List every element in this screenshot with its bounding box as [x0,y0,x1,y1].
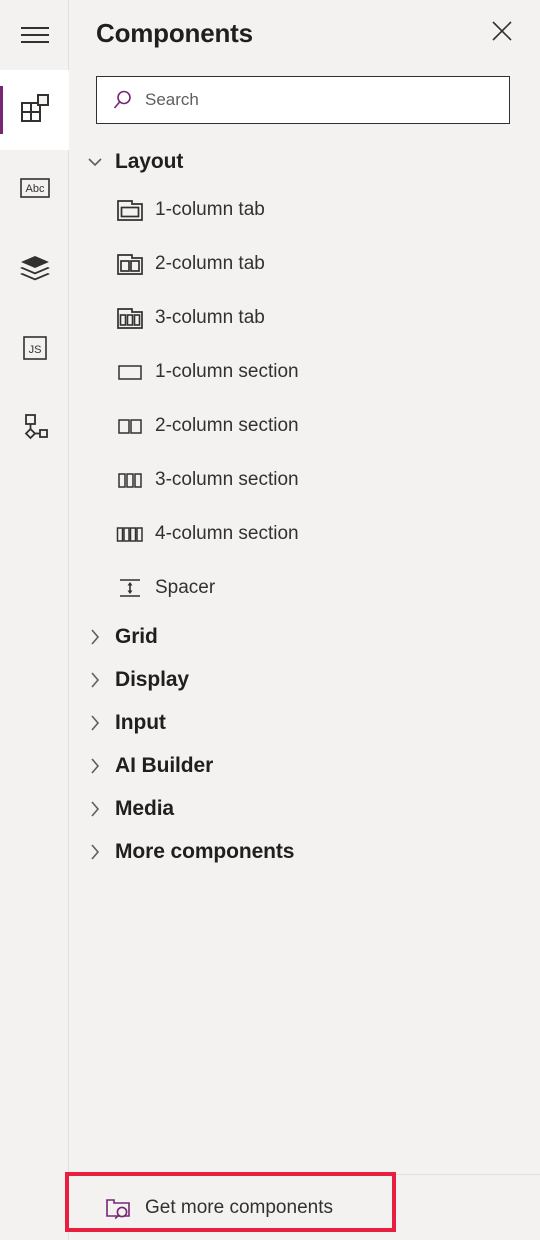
components-grid-icon [19,92,51,129]
chevron-right-icon [83,668,107,692]
components-panel-window: Abc JS Components Search Layout 1-column… [0,0,540,1240]
component-label: 3-column section [155,469,299,490]
hamburger-menu-icon [20,25,49,45]
panel-footer: Get more components [69,1174,540,1240]
tree-group-more-components[interactable]: More components [69,830,540,873]
tree-group-ai-builder[interactable]: AI Builder [69,744,540,787]
three-column-tab-icon [115,303,145,333]
tree-group-label: More components [115,839,295,863]
component-1-column-tab[interactable]: 1-column tab [69,183,540,237]
component-3-column-tab[interactable]: 3-column tab [69,291,540,345]
close-panel-button[interactable] [482,13,522,53]
component-1-column-section[interactable]: 1-column section [69,345,540,399]
components-panel: Components Search Layout 1-column tab 2-… [69,0,540,1240]
component-2-column-tab[interactable]: 2-column tab [69,237,540,291]
two-column-tab-icon [115,249,145,279]
chevron-right-icon [83,840,107,864]
rail-item-layers[interactable] [0,230,69,310]
svg-text:JS: JS [28,344,41,356]
rail-item-components[interactable] [0,70,69,150]
rail-item-flow[interactable] [0,390,69,470]
search-box[interactable] [96,76,510,124]
component-spacer[interactable]: Spacer [69,561,540,615]
rail-item-text[interactable]: Abc [0,150,69,230]
component-4-column-section[interactable]: 4-column section [69,507,540,561]
one-column-tab-icon [115,195,145,225]
component-label: 2-column section [155,415,299,436]
node-tree-icon [19,412,51,449]
spacer-icon [115,573,145,603]
component-2-column-section[interactable]: 2-column section [69,399,540,453]
search-container [69,66,540,124]
component-label: 3-column tab [155,307,265,328]
left-rail: Abc JS [0,0,69,1240]
hamburger-menu-button[interactable] [0,0,69,70]
get-more-components-label: Get more components [145,1196,333,1218]
chevron-right-icon [83,711,107,735]
tree-group-label: Grid [115,624,158,648]
component-3-column-section[interactable]: 3-column section [69,453,540,507]
tree-group-label: AI Builder [115,753,214,777]
tree-group-input[interactable]: Input [69,701,540,744]
tree-group-label: Layout [115,149,184,173]
search-icon [111,88,135,112]
page-title: Components [96,17,253,48]
abc-text-icon: Abc [19,175,51,206]
get-more-components-button[interactable]: Get more components [105,1195,333,1221]
component-label: 4-column section [155,523,299,544]
chevron-right-icon [83,797,107,821]
tree-group-label: Media [115,796,175,820]
tree-group-label: Display [115,667,189,691]
chevron-down-icon [83,150,107,174]
component-label: Spacer [155,577,216,598]
tree-group-media[interactable]: Media [69,787,540,830]
components-tree: Layout 1-column tab 2-column tab 3-colum… [69,124,540,1174]
two-column-section-icon [115,411,145,441]
search-input[interactable] [145,77,499,123]
component-label: 2-column tab [155,253,265,274]
one-column-section-icon [115,357,145,387]
tree-group-display[interactable]: Display [69,658,540,701]
tree-group-label: Input [115,710,166,734]
svg-text:Abc: Abc [25,183,44,195]
rail-item-code[interactable]: JS [0,310,69,390]
layers-stack-icon [19,254,51,287]
folder-search-icon [105,1195,131,1221]
three-column-section-icon [115,465,145,495]
chevron-right-icon [83,625,107,649]
close-icon [491,20,513,47]
tree-group-grid[interactable]: Grid [69,615,540,658]
component-label: 1-column tab [155,199,265,220]
component-label: 1-column section [155,361,299,382]
chevron-right-icon [83,754,107,778]
panel-header: Components [69,0,540,66]
tree-group-layout[interactable]: Layout [69,140,540,183]
four-column-section-icon [115,519,145,549]
js-code-icon: JS [20,334,50,367]
